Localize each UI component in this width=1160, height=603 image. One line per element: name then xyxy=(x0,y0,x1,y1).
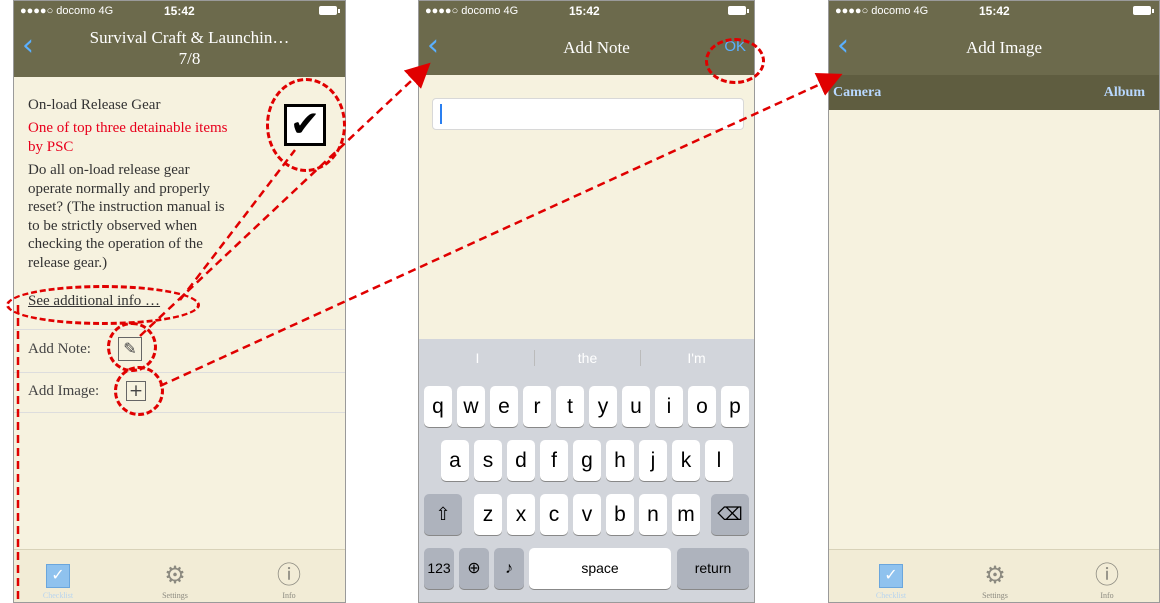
annotation-arrows xyxy=(16,62,843,603)
arrow-info-segment xyxy=(179,149,296,301)
arrow-image-to-add-image xyxy=(159,72,843,388)
